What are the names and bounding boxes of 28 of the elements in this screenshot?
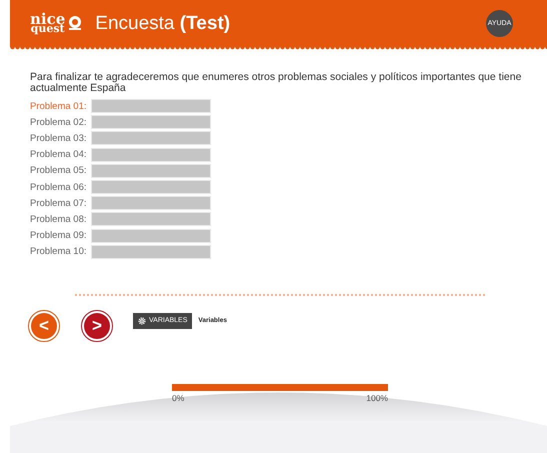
answer-label: Problema 09: xyxy=(30,230,88,242)
answer-label: Problema 10: xyxy=(30,246,88,258)
answer-field[interactable] xyxy=(91,99,211,114)
progress-end-label: 100% xyxy=(366,392,388,403)
answer-field[interactable] xyxy=(91,115,211,130)
gear-icon xyxy=(138,316,146,325)
answer-field[interactable] xyxy=(91,131,211,146)
back-button[interactable]: < xyxy=(28,310,60,342)
answer-field[interactable] xyxy=(91,228,211,243)
answer-field[interactable] xyxy=(91,196,211,210)
answer-label: Problema 02: xyxy=(30,116,88,128)
answer-field[interactable] xyxy=(91,164,211,178)
answer-field[interactable] xyxy=(91,148,211,162)
answer-field[interactable] xyxy=(91,212,211,226)
answer-label: Problema 01: xyxy=(30,100,88,112)
answer-label: Problema 03: xyxy=(30,132,88,144)
answer-label: Problema 06: xyxy=(30,182,88,193)
next-button[interactable]: > xyxy=(81,310,113,342)
question-text: Para finalizar te agradeceremos que enumeres otros problemas sociales y políticos importantes que tiene actualmente España xyxy=(30,72,522,93)
answer-label: Problema 04: xyxy=(30,149,88,160)
answer-field[interactable] xyxy=(91,180,211,194)
logo-text: nice quest xyxy=(30,13,66,34)
answer-label: Problema 08: xyxy=(30,214,88,225)
progress-start-label: 0% xyxy=(172,392,184,403)
answer-label: Problema 05: xyxy=(30,165,88,176)
answer-field[interactable] xyxy=(91,244,211,259)
answer-label: Problema 07: xyxy=(30,198,88,209)
page-title: Encuesta (Test) xyxy=(95,12,230,34)
